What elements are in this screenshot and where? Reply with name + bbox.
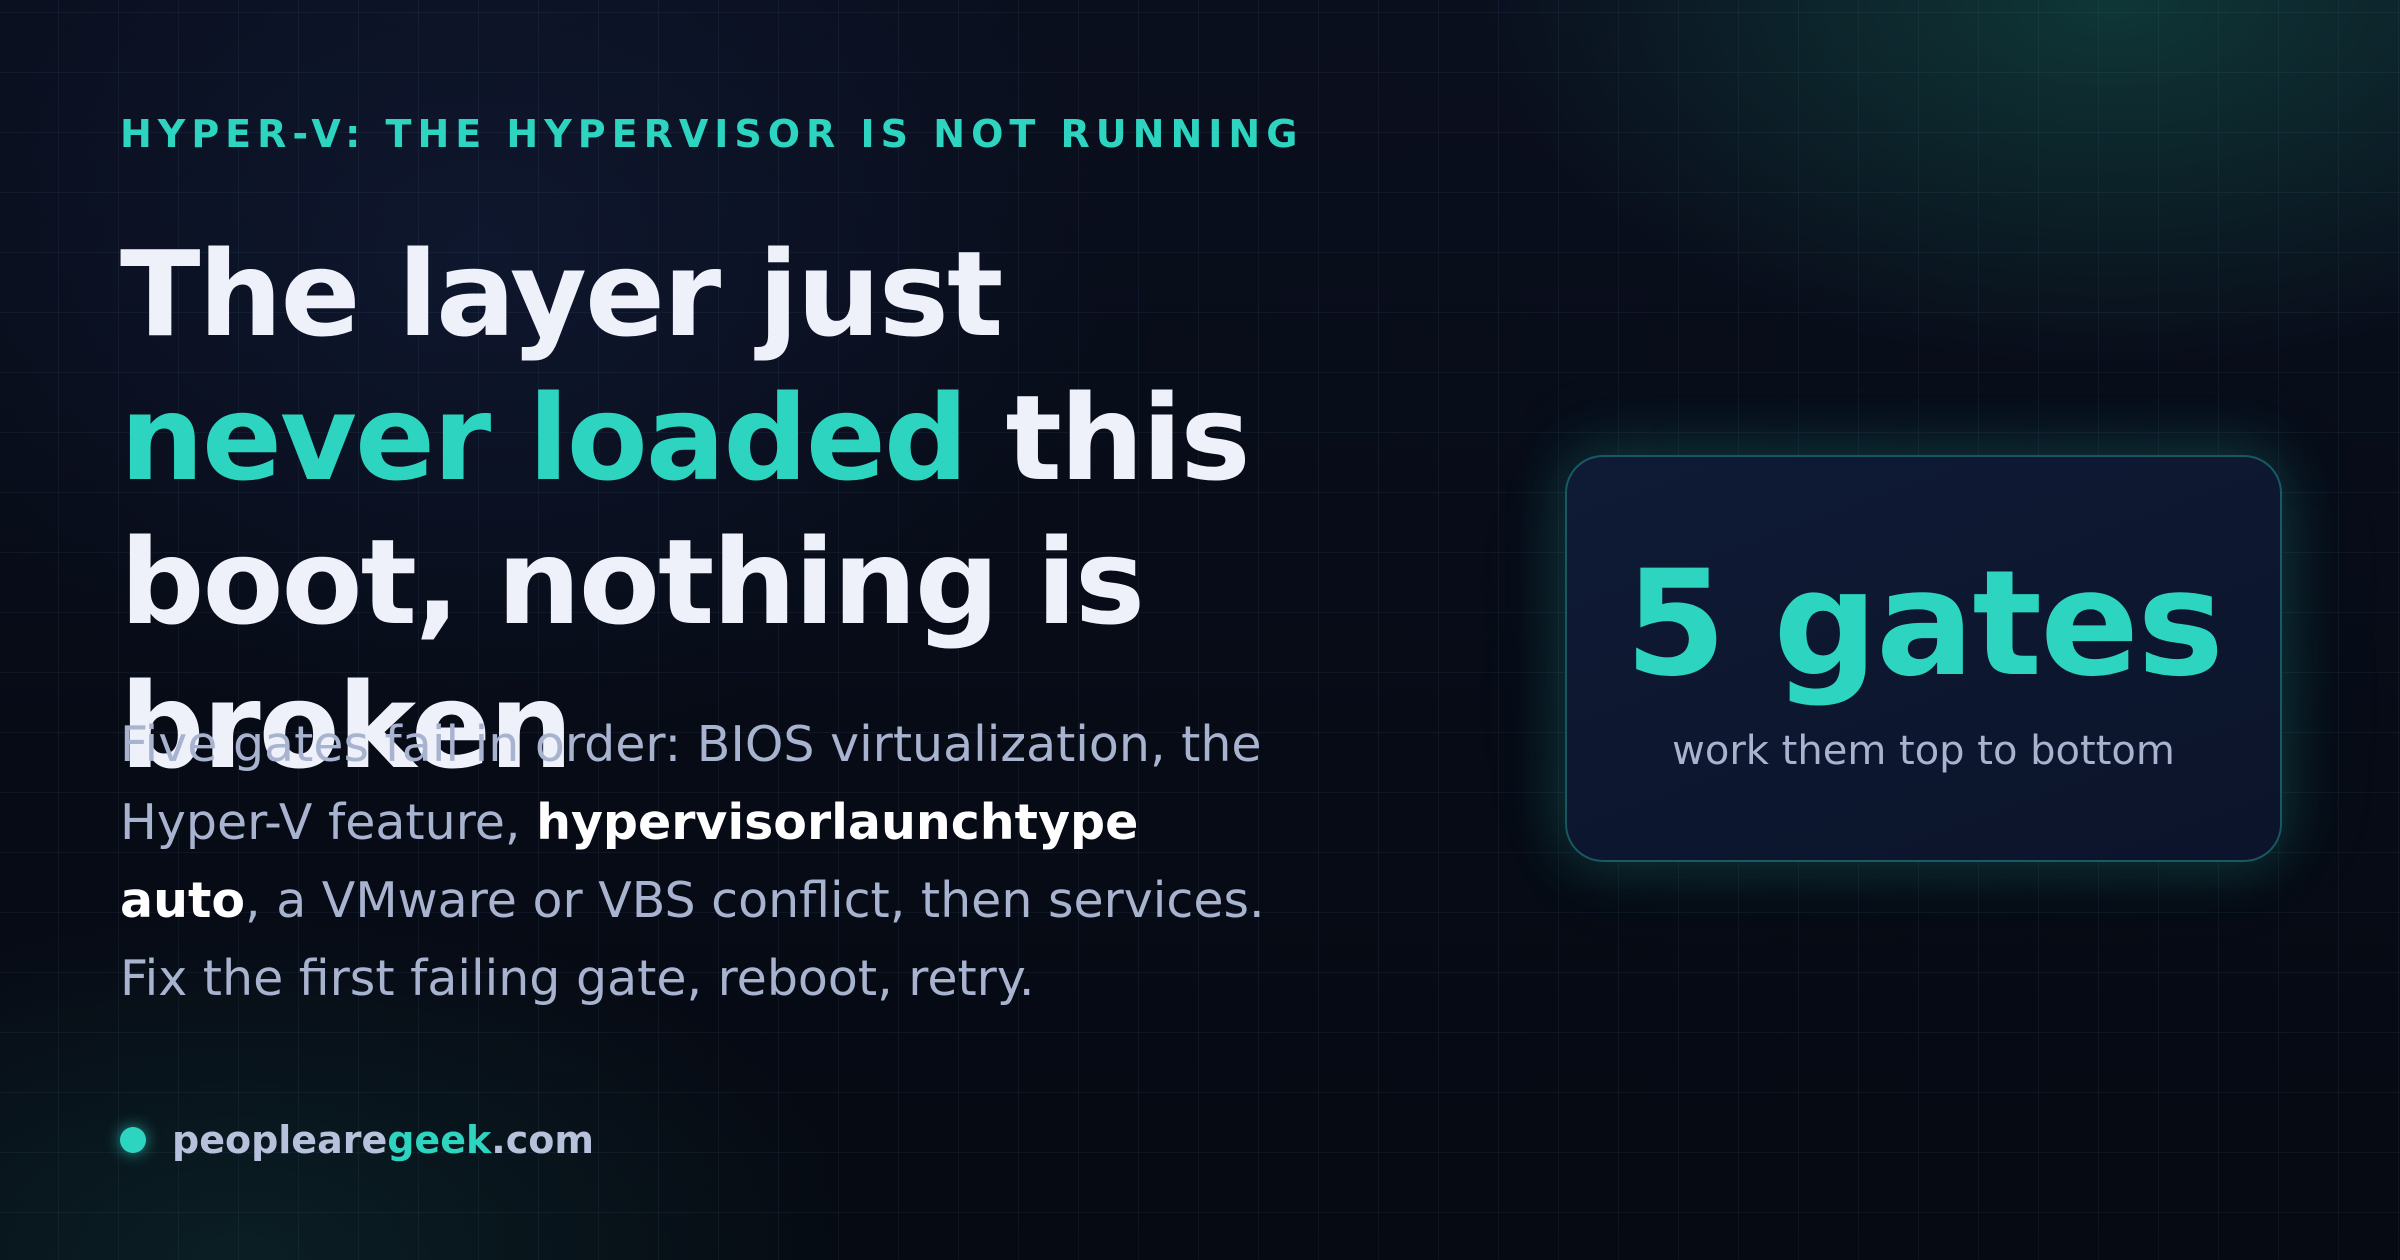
site-link[interactable]: peopleare geek .com bbox=[120, 1118, 594, 1162]
eyebrow-label: HYPER-V: THE HYPERVISOR IS NOT RUNNING bbox=[120, 112, 1304, 156]
body-text-end: , a VMware or VBS conflict, then service… bbox=[120, 872, 1265, 1007]
gates-card: 5 gates work them top to bottom bbox=[1565, 455, 2282, 862]
body-copy: Five gates fail in order: BIOS virtualiz… bbox=[120, 706, 1270, 1018]
dot-icon bbox=[120, 1127, 146, 1153]
headline-text-start: The layer just bbox=[120, 225, 1003, 363]
site-name-tld: .com bbox=[491, 1118, 594, 1162]
gates-count: 5 gates bbox=[1624, 539, 2224, 709]
site-name-lead: peopleare bbox=[172, 1118, 388, 1162]
headline-accent: never loaded bbox=[120, 369, 968, 507]
gates-caption: work them top to bottom bbox=[1672, 728, 2175, 774]
site-name-accent: geek bbox=[387, 1118, 492, 1162]
